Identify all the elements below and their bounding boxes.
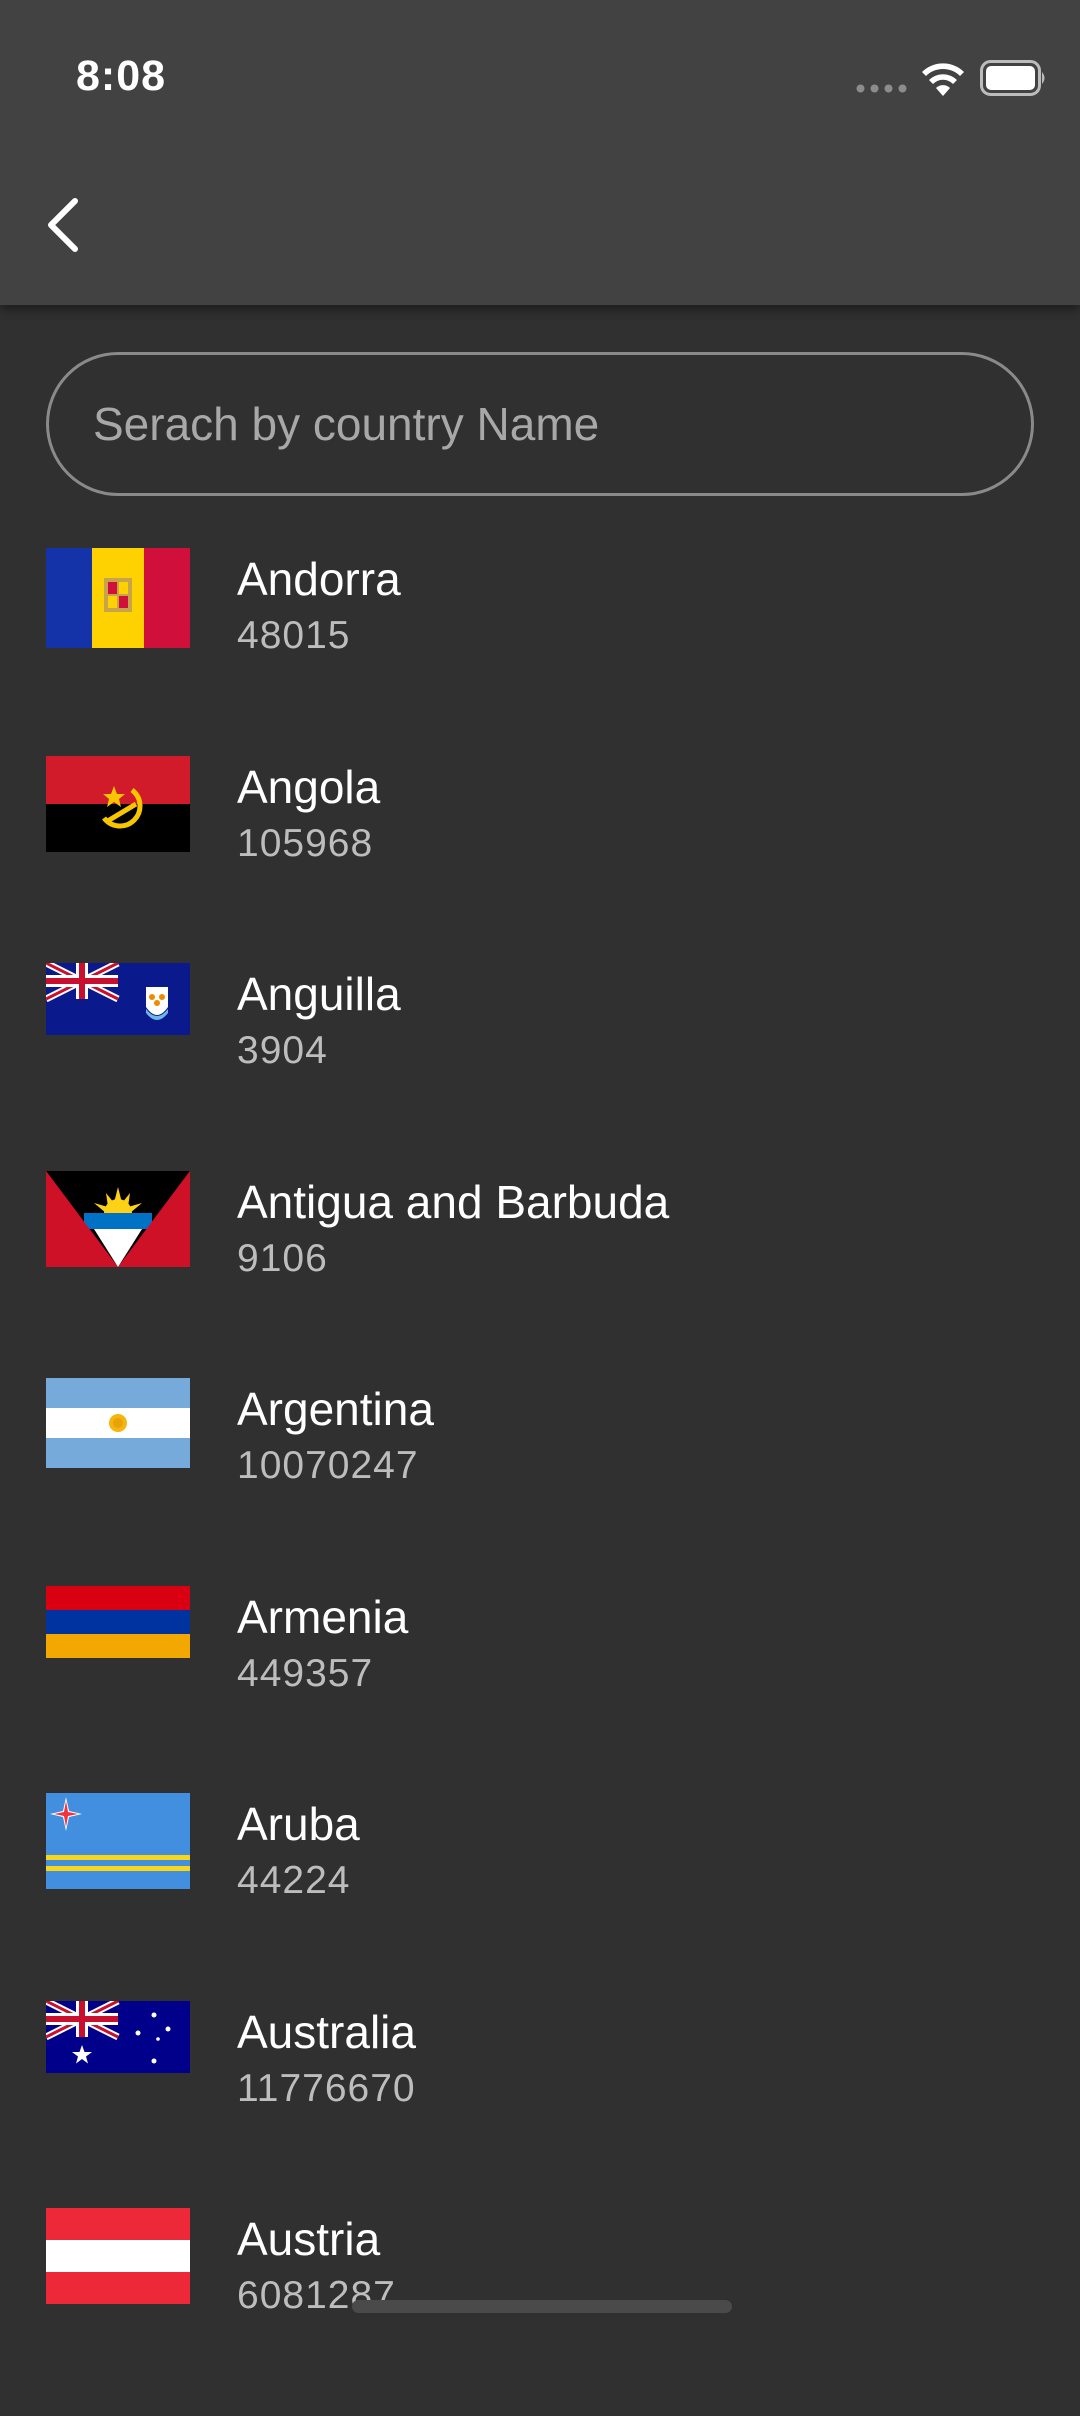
- country-name: Austria: [237, 2213, 381, 2265]
- andorra-flag-icon: [46, 548, 190, 648]
- list-item-andorra[interactable]: Andorra 48015: [0, 548, 1080, 756]
- country-population: 11776670: [237, 2066, 416, 2110]
- list-item-aruba[interactable]: Aruba 44224: [0, 1793, 1080, 2001]
- list-item-australia[interactable]: Australia 11776670: [0, 2000, 1080, 2209]
- anguilla-flag-icon: [46, 963, 190, 1063]
- country-name: Andorra: [237, 553, 401, 605]
- austria-flag-icon: [46, 2208, 190, 2308]
- list-item-argentina[interactable]: Argentina 10070247: [0, 1378, 1080, 1586]
- chevron-left-icon: [48, 198, 78, 252]
- country-name: Argentina: [237, 1383, 434, 1435]
- armenia-flag-icon: [46, 1585, 190, 1686]
- home-indicator[interactable]: [352, 2300, 732, 2313]
- country-population: 105968: [237, 821, 374, 865]
- app-bar: 8:08: [0, 0, 1080, 305]
- australia-flag-icon: [46, 2000, 190, 2101]
- country-population: 449357: [237, 1651, 374, 1695]
- list-item-angola[interactable]: Angola 105968: [0, 755, 1080, 964]
- back-button[interactable]: [28, 180, 98, 270]
- search-input[interactable]: [93, 355, 993, 493]
- angola-flag-icon: [46, 755, 190, 856]
- search-field[interactable]: [46, 352, 1034, 496]
- country-population: 3904: [237, 1029, 328, 1072]
- antigua-and-barbuda-flag-icon: [46, 1170, 190, 1271]
- argentina-flag-icon: [46, 1378, 190, 1478]
- list-item-armenia[interactable]: Armenia 449357: [0, 1585, 1080, 1794]
- country-name: Angola: [237, 760, 381, 813]
- country-name: Aruba: [237, 1798, 360, 1850]
- country-population: 9106: [237, 1236, 328, 1280]
- list-item-antigua-and-barbuda[interactable]: Antigua and Barbuda 9106: [0, 1170, 1080, 1379]
- signal-dots-icon: [856, 84, 907, 93]
- country-name: Antigua and Barbuda: [237, 1175, 670, 1228]
- aruba-flag-icon: [46, 1793, 190, 1893]
- country-list[interactable]: Andorra 48015 Angola 105968 Anguilla 390…: [0, 548, 1080, 2416]
- list-item-anguilla[interactable]: Anguilla 3904: [0, 963, 1080, 1171]
- country-name: Anguilla: [237, 968, 401, 1020]
- battery-icon: [980, 60, 1045, 96]
- country-population: 48015: [237, 614, 351, 657]
- country-name: Armenia: [237, 1590, 409, 1643]
- wifi-icon: [922, 63, 964, 96]
- country-name: Australia: [237, 2005, 416, 2058]
- status-time: 8:08: [76, 52, 167, 100]
- country-population: 44224: [237, 1859, 351, 1902]
- country-population: 10070247: [237, 1444, 419, 1487]
